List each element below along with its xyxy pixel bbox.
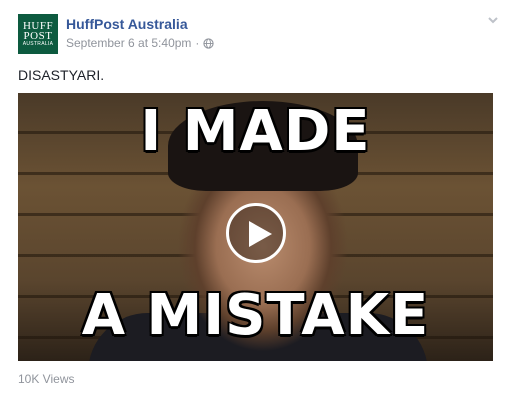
view-count: 10K Views (18, 372, 75, 386)
video-player[interactable]: I MADE A MISTAKE (18, 93, 493, 361)
globe-icon[interactable] (203, 37, 215, 49)
chevron-down-icon[interactable] (486, 14, 500, 26)
video-caption-top: I MADE (139, 98, 371, 165)
post-timestamp[interactable]: September 6 at 5:40pm (66, 36, 191, 50)
post-header: HUFF POST AUSTRALIA HuffPost Australia S… (18, 14, 498, 58)
post-text: DISASTYARI. (18, 67, 105, 83)
page-name-link[interactable]: HuffPost Australia (66, 16, 188, 32)
avatar-logo-line3: AUSTRALIA (22, 40, 54, 47)
avatar-logo-line2: POST (23, 29, 53, 42)
meta-separator: · (195, 36, 200, 50)
avatar-logo-line1: HUFF (22, 19, 54, 32)
video-caption-bottom: A MISTAKE (81, 282, 430, 349)
play-icon (249, 221, 272, 247)
post-meta: September 6 at 5:40pm · (66, 36, 215, 50)
post-card: HUFF POST AUSTRALIA HuffPost Australia S… (6, 4, 507, 388)
page-avatar[interactable]: HUFF POST AUSTRALIA (18, 14, 58, 54)
play-button[interactable] (226, 203, 286, 263)
